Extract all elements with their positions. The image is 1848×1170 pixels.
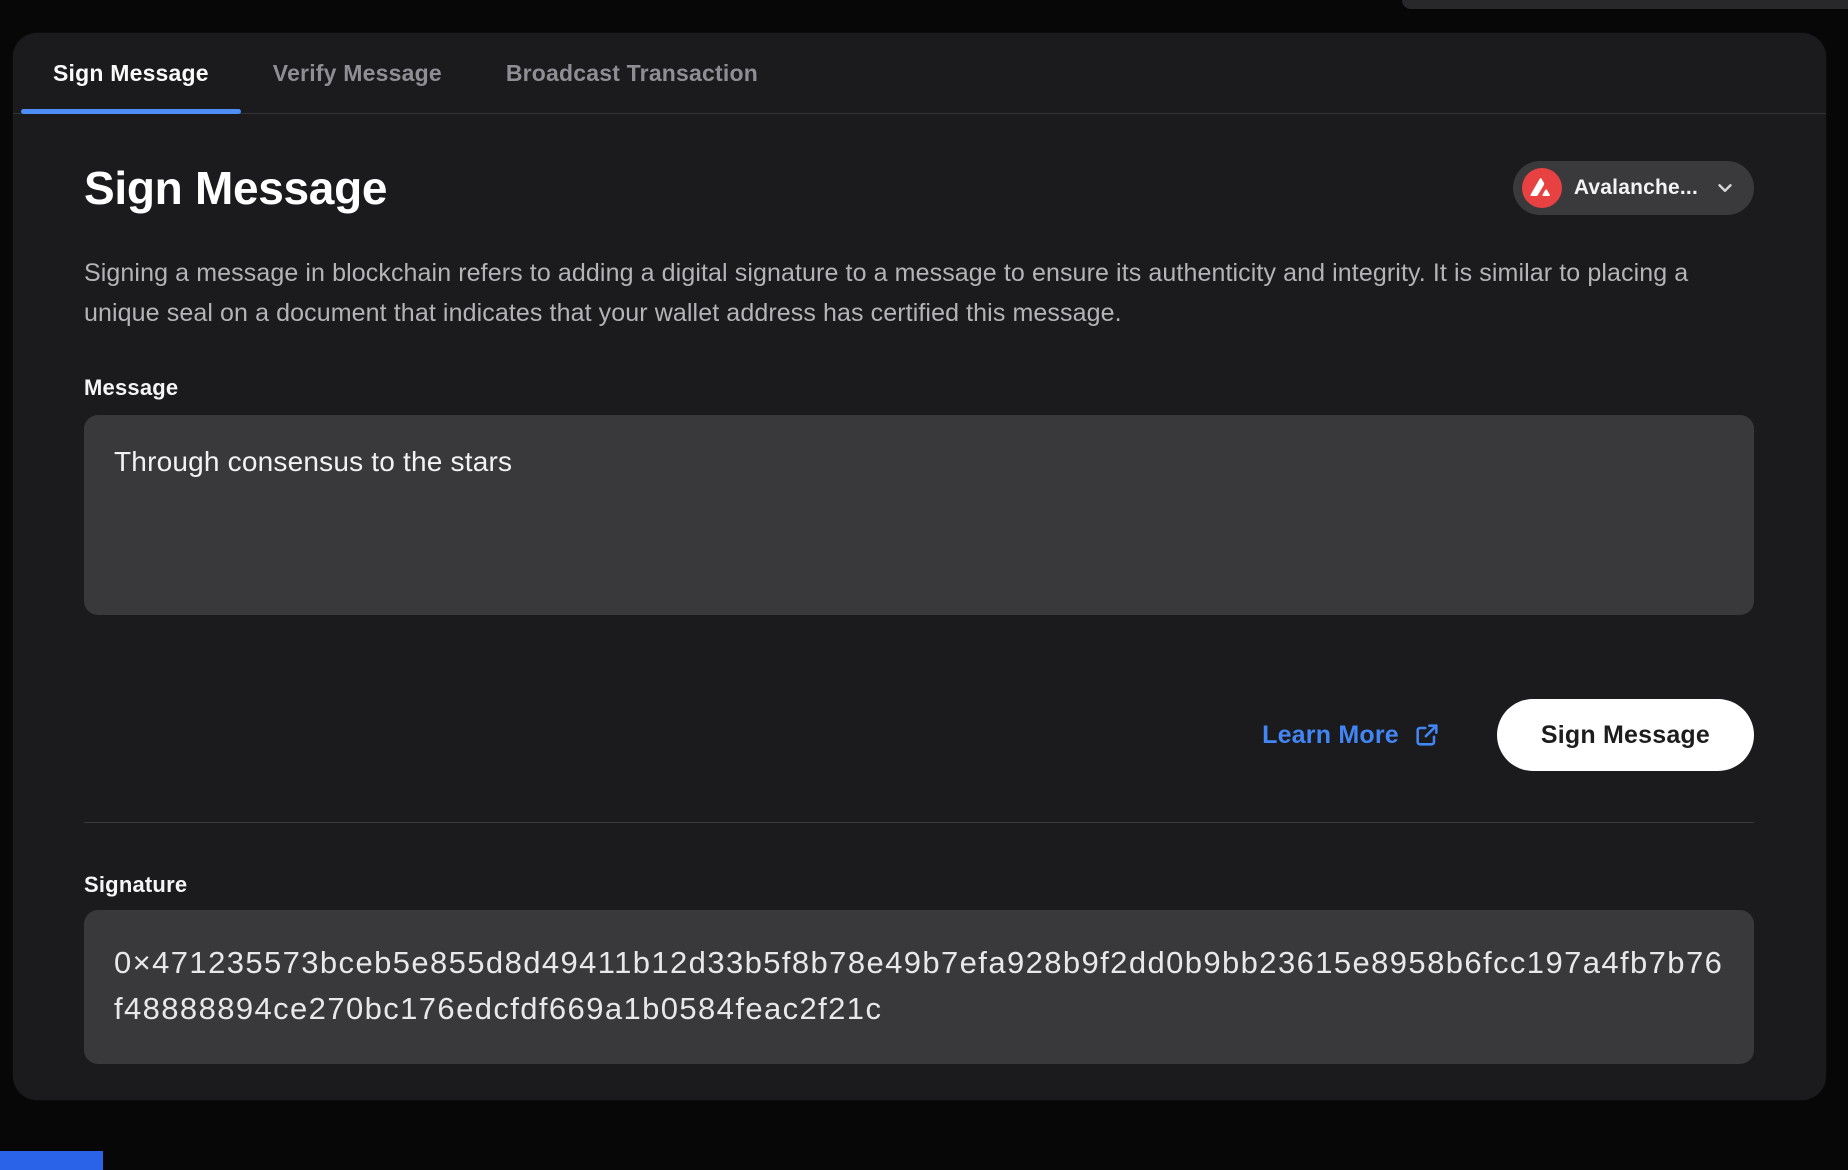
sign-message-button[interactable]: Sign Message	[1497, 699, 1754, 771]
page-title: Sign Message	[84, 160, 387, 216]
avalanche-logo-icon	[1522, 168, 1562, 208]
tab-bar: Sign Message Verify Message Broadcast Tr…	[13, 33, 1826, 114]
external-link-icon	[1413, 721, 1441, 749]
tab-broadcast-transaction[interactable]: Broadcast Transaction	[474, 33, 790, 113]
learn-more-link[interactable]: Learn More	[1262, 721, 1441, 750]
tab-verify-message[interactable]: Verify Message	[241, 33, 474, 113]
learn-more-label: Learn More	[1262, 721, 1399, 750]
signature-output: 0×471235573bceb5e855d8d49411b12d33b5f8b7…	[84, 910, 1754, 1064]
background-window-edge	[1402, 0, 1848, 9]
network-selector[interactable]: Avalanche...	[1513, 161, 1754, 215]
divider	[84, 822, 1754, 823]
tab-sign-message-label: Sign Message	[53, 60, 209, 87]
message-label: Message	[84, 375, 1754, 401]
header-row: Sign Message Avalanche...	[84, 160, 1754, 216]
signature-label: Signature	[84, 872, 1754, 898]
network-selector-label: Avalanche...	[1574, 176, 1698, 200]
panel-content: Sign Message Avalanche...	[13, 114, 1826, 1064]
chevron-down-icon	[1714, 177, 1736, 199]
message-input[interactable]: Through consensus to the stars	[84, 415, 1754, 615]
desktop-background: Sign Message Verify Message Broadcast Tr…	[0, 0, 1848, 1170]
actions-row: Learn More Sign Message	[84, 699, 1754, 771]
description-text: Signing a message in blockchain refers t…	[84, 253, 1714, 333]
sign-message-panel: Sign Message Verify Message Broadcast Tr…	[13, 33, 1826, 1100]
active-tab-underline	[21, 109, 241, 114]
background-taskbar-fragment	[0, 1151, 103, 1170]
tab-broadcast-transaction-label: Broadcast Transaction	[506, 60, 758, 87]
tab-sign-message[interactable]: Sign Message	[21, 33, 241, 113]
tab-verify-message-label: Verify Message	[273, 60, 442, 87]
